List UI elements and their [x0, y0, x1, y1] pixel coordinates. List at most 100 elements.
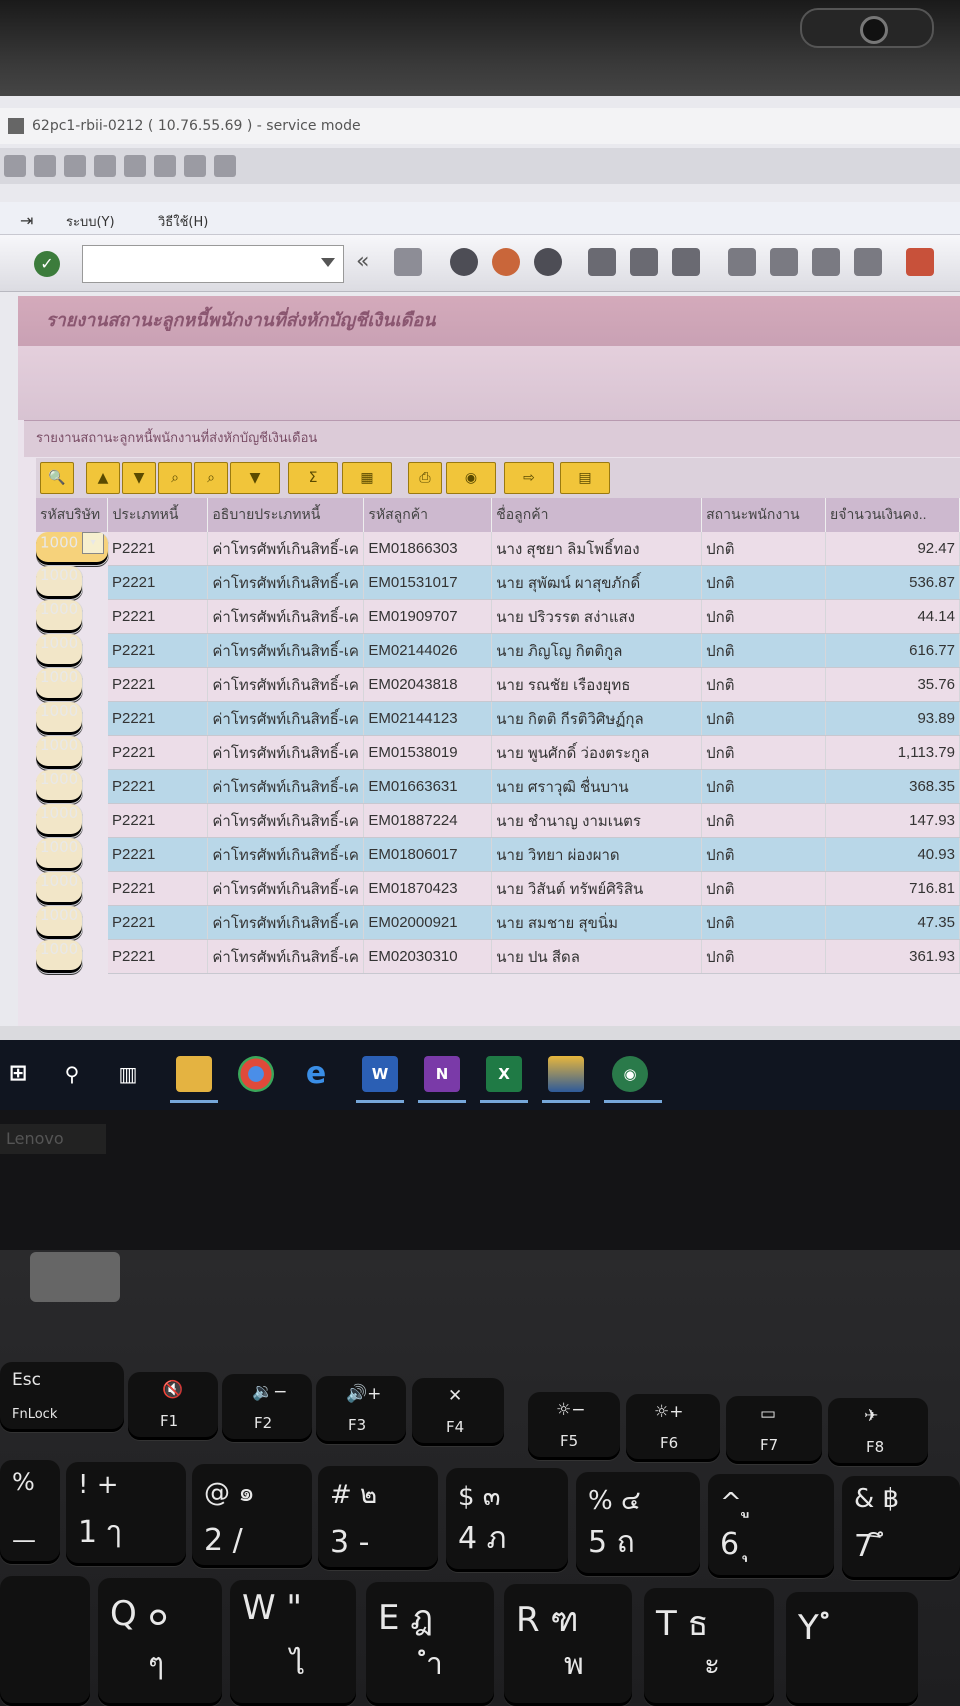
cell-employee-status[interactable]: ปกติ: [701, 532, 827, 566]
cell-employee-status[interactable]: ปกติ: [701, 803, 827, 838]
cell-customer-name[interactable]: นาย ปริวรรต สง่าแสง: [491, 599, 703, 634]
column-header-customer-code[interactable]: รหัสลูกค้า: [363, 498, 493, 532]
layout-icon[interactable]: ▤: [560, 462, 610, 494]
table-row[interactable]: 1000 P2221 ค่าโทรศัพท์เกินสิทธิ์-เค EM01663…: [36, 769, 960, 804]
cell-company-code[interactable]: 1000 ▾: [36, 532, 110, 566]
cell-company-code[interactable]: 1000: [36, 803, 84, 838]
cell-debt-type[interactable]: P2221: [107, 905, 209, 940]
cell-customer-name[interactable]: นาย พูนศักดิ์ ว่องตระกูล: [491, 735, 703, 770]
key-f7-display[interactable]: ▭ F7: [726, 1396, 822, 1464]
filter-icon[interactable]: ▼: [230, 462, 280, 494]
table-row[interactable]: 1000 P2221 ค่าโทรศัพท์เกินสิทธิ์-เค EM02043…: [36, 667, 960, 702]
column-header-debt-type[interactable]: ประเภทหนี้: [107, 498, 209, 532]
task-view-icon[interactable]: ▥: [110, 1056, 146, 1092]
cell-debt-description[interactable]: ค่าโทรศัพท์เกินสิทธิ์-เค: [207, 769, 365, 804]
cell-employee-status[interactable]: ปกติ: [701, 735, 827, 770]
sort-ascending-icon[interactable]: ▲: [86, 462, 120, 494]
sap-logon-icon[interactable]: [548, 1056, 584, 1092]
cell-outstanding-amount[interactable]: 92.47: [825, 532, 960, 566]
cell-customer-code[interactable]: EM02144026: [363, 633, 493, 668]
cell-debt-type[interactable]: P2221: [107, 701, 209, 736]
find-icon[interactable]: ⌕: [158, 462, 192, 494]
table-row[interactable]: 1000 P2221 ค่าโทรศัพท์เกินสิทธิ์-เค EM02144…: [36, 701, 960, 736]
sort-descending-icon[interactable]: ▼: [122, 462, 156, 494]
cell-debt-description[interactable]: ค่าโทรศัพท์เกินสิทธิ์-เค: [207, 735, 365, 770]
key-f1-mute[interactable]: 🔇 F1: [128, 1372, 218, 1440]
horizontal-scrollbar[interactable]: [0, 1026, 960, 1040]
cell-customer-code[interactable]: EM01531017: [363, 565, 493, 600]
cell-debt-description[interactable]: ค่าโทรศัพท์เกินสิทธิ์-เค: [207, 837, 365, 872]
cell-debt-description[interactable]: ค่าโทรศัพท์เกินสิทธิ์-เค: [207, 905, 365, 940]
key-1[interactable]: ! +1 ๅ: [66, 1462, 186, 1566]
copy-icon[interactable]: [4, 155, 26, 177]
key-e[interactable]: E ฎำ: [366, 1582, 494, 1706]
cell-customer-code[interactable]: EM01806017: [363, 837, 493, 872]
cell-customer-code[interactable]: EM01663631: [363, 769, 493, 804]
find-next-icon[interactable]: [672, 248, 700, 276]
key-7[interactable]: & ฿ 7 ึ: [842, 1476, 960, 1580]
cell-debt-type[interactable]: P2221: [107, 599, 209, 634]
cell-outstanding-amount[interactable]: 361.93: [825, 939, 960, 974]
chrome-icon[interactable]: [238, 1056, 274, 1092]
cell-outstanding-amount[interactable]: 40.93: [825, 837, 960, 872]
cut-icon[interactable]: [64, 155, 86, 177]
exit-icon[interactable]: [492, 248, 520, 276]
cell-customer-name[interactable]: นาย สุพัฒน์ ผาสุขภักดิ์: [491, 565, 703, 600]
key-f4-mic-mute[interactable]: ✕ F4: [412, 1378, 504, 1446]
cell-company-code[interactable]: 1000: [36, 667, 84, 702]
cell-debt-type[interactable]: P2221: [107, 565, 209, 600]
key-q[interactable]: Q ๐ๆ: [98, 1578, 222, 1706]
print-icon[interactable]: [588, 248, 616, 276]
key-f3-volume-up[interactable]: 🔊+ F3: [316, 1376, 406, 1444]
cell-customer-name[interactable]: นาย ศราวุฒิ ชื่นบาน: [491, 769, 703, 804]
cell-debt-description[interactable]: ค่าโทรศัพท์เกินสิทธิ์-เค: [207, 599, 365, 634]
cell-customer-code[interactable]: EM02000921: [363, 905, 493, 940]
cell-debt-description[interactable]: ค่าโทรศัพท์เกินสิทธิ์-เค: [207, 939, 365, 974]
cell-debt-type[interactable]: P2221: [107, 939, 209, 974]
cell-customer-code[interactable]: EM01538019: [363, 735, 493, 770]
cell-employee-status[interactable]: ปกติ: [701, 769, 827, 804]
table-row[interactable]: 1000 P2221 ค่าโทรศัพท์เกินสิทธิ์-เค EM01806…: [36, 837, 960, 872]
find-next-icon[interactable]: ⌕: [194, 462, 228, 494]
table-row[interactable]: 1000 ▾ P2221 ค่าโทรศัพท์เกินสิทธิ์-เค EM0186…: [36, 532, 960, 566]
cell-customer-code[interactable]: EM02043818: [363, 667, 493, 702]
column-header-employee-status[interactable]: สถานะพนักงาน: [701, 498, 827, 532]
onenote-icon[interactable]: N: [424, 1056, 460, 1092]
value-help-icon[interactable]: ▾: [82, 532, 105, 554]
table-row[interactable]: 1000 P2221 ค่าโทรศัพท์เกินสิทธิ์-เค EM02030…: [36, 939, 960, 974]
cell-outstanding-amount[interactable]: 44.14: [825, 599, 960, 634]
key-f5-brightness-down[interactable]: ☼− F5: [528, 1392, 620, 1460]
enter-button[interactable]: ✓: [34, 251, 60, 277]
cell-debt-type[interactable]: P2221: [107, 633, 209, 668]
word-icon[interactable]: W: [362, 1056, 398, 1092]
cell-debt-description[interactable]: ค่าโทรศัพท์เกินสิทธิ์-เค: [207, 565, 365, 600]
table-row[interactable]: 1000 P2221 ค่าโทรศัพท์เกินสิทธิ์-เค EM01531…: [36, 565, 960, 600]
cell-debt-description[interactable]: ค่าโทรศัพท์เกินสิทธิ์-เค: [207, 667, 365, 702]
cell-debt-description[interactable]: ค่าโทรศัพท์เกินสิทธิ์-เค: [207, 701, 365, 736]
cell-company-code[interactable]: 1000: [36, 565, 84, 600]
key-f2-volume-down[interactable]: 🔉− F2: [222, 1374, 312, 1442]
table-row[interactable]: 1000 P2221 ค่าโทรศัพท์เกินสิทธิ์-เค EM01870…: [36, 871, 960, 906]
cell-debt-type[interactable]: P2221: [107, 871, 209, 906]
cell-employee-status[interactable]: ปกติ: [701, 565, 827, 600]
back-icon[interactable]: [450, 248, 478, 276]
column-header-debt-description[interactable]: อธิบายประเภทหนี้: [207, 498, 365, 532]
first-page-icon[interactable]: [728, 248, 756, 276]
find-icon[interactable]: [630, 248, 658, 276]
key-5[interactable]: % ๔5 ถ: [576, 1472, 700, 1576]
cell-customer-code[interactable]: EM01887224: [363, 803, 493, 838]
cell-company-code[interactable]: 1000: [36, 701, 84, 736]
cell-customer-code[interactable]: EM02030310: [363, 939, 493, 974]
key-3[interactable]: # ๒3 -: [318, 1466, 438, 1570]
table-row[interactable]: 1000 P2221 ค่าโทรศัพท์เกินสิทธิ์-เค EM02000…: [36, 905, 960, 940]
cell-company-code[interactable]: 1000: [36, 633, 84, 668]
cell-customer-name[interactable]: นาย ปน สีดล: [491, 939, 703, 974]
cell-debt-description[interactable]: ค่าโทรศัพท์เกินสิทธิ์-เค: [207, 633, 365, 668]
key-4[interactable]: $ ๓4 ภ: [446, 1468, 568, 1572]
exit-menu-icon[interactable]: ⇥: [20, 211, 33, 230]
cell-customer-code[interactable]: EM01866303: [363, 532, 493, 566]
cell-outstanding-amount[interactable]: 93.89: [825, 701, 960, 736]
file-explorer-icon[interactable]: [176, 1056, 212, 1092]
windows-start-icon[interactable]: ⊞: [0, 1056, 36, 1092]
cell-employee-status[interactable]: ปกติ: [701, 599, 827, 634]
